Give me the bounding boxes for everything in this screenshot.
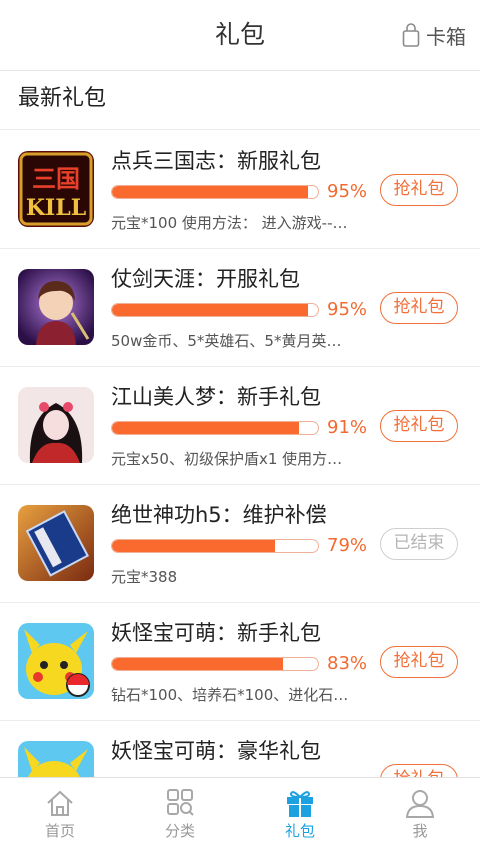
card-box-label: 卡箱 — [426, 24, 466, 49]
card-box-button[interactable]: 卡箱 — [402, 0, 466, 70]
gift-description: 50w金币、5*英雄石、5*黄月英卡… — [111, 332, 351, 350]
game-icon-sanguo: 三国 KILL — [18, 151, 94, 227]
gift-item[interactable]: 绝世神功h5：维护补偿 79% 元宝*388 已结束 — [0, 485, 480, 603]
gift-name: 妖怪宝可萌：新手礼包 — [111, 621, 321, 645]
progress-bar — [111, 657, 319, 671]
gift-icon — [287, 791, 313, 817]
svg-text:KILL: KILL — [26, 195, 86, 221]
category-icon — [167, 789, 194, 816]
progress-percent: 83% — [327, 653, 368, 674]
gift-description: 元宝*100 使用方法： 进入游戏--… — [111, 214, 348, 232]
grab-gift-button[interactable]: 抢礼包 — [380, 174, 458, 206]
grab-gift-button[interactable]: 抢礼包 — [380, 646, 458, 678]
progress-percent: 91% — [327, 417, 368, 438]
tab-home[interactable]: 首页 — [0, 778, 120, 854]
gift-item[interactable]: 江山美人梦：新手礼包 91% 元宝x50、初级保护盾x1 使用方法… 抢礼包 — [0, 367, 480, 485]
progress-fill — [112, 304, 308, 316]
gift-item[interactable]: 妖怪宝可萌：豪华礼包 抢礼包 — [0, 721, 480, 777]
gift-description: 元宝x50、初级保护盾x1 使用方法… — [111, 450, 351, 468]
progress-bar — [111, 421, 319, 435]
gift-description: 钻石*100、培养石*100、进化石*… — [111, 686, 351, 704]
grab-gift-button[interactable]: 抢礼包 — [380, 410, 458, 442]
section-title: 最新礼包 — [0, 70, 480, 130]
tab-gift-label: 礼包 — [284, 822, 315, 840]
gift-item[interactable]: 三国 KILL 点兵三国志：新服礼包 95% 元宝*100 使用方法： 进入游戏… — [0, 131, 480, 249]
game-icon-yaoguai — [18, 741, 94, 777]
tab-category[interactable]: 分类 — [120, 778, 240, 854]
progress-fill — [112, 658, 283, 670]
gift-name: 仗剑天涯：开服礼包 — [111, 267, 300, 291]
game-icon-jueshi — [18, 505, 94, 581]
tab-me[interactable]: 我 — [360, 778, 480, 854]
progress-percent: 95% — [327, 181, 368, 202]
grab-gift-button[interactable]: 抢礼包 — [380, 292, 458, 324]
bottom-tab-bar: 首页 分类 礼包 我 — [0, 777, 480, 854]
progress-bar — [111, 539, 319, 553]
gift-description: 元宝*388 — [111, 568, 178, 586]
gift-name: 绝世神功h5：维护补偿 — [111, 503, 327, 527]
game-icon-jiangshan — [18, 387, 94, 463]
progress-fill — [112, 540, 275, 552]
grab-gift-button[interactable]: 抢礼包 — [380, 764, 458, 777]
gift-name: 江山美人梦：新手礼包 — [111, 385, 321, 409]
user-icon — [405, 790, 435, 818]
gift-list: 三国 KILL 点兵三国志：新服礼包 95% 元宝*100 使用方法： 进入游戏… — [0, 131, 480, 777]
progress-percent: 95% — [327, 299, 368, 320]
progress-bar — [111, 185, 319, 199]
home-icon — [47, 790, 73, 816]
lock-icon — [402, 23, 420, 47]
ended-button[interactable]: 已结束 — [380, 528, 458, 560]
top-bar: 礼包 卡箱 — [0, 0, 480, 71]
progress-fill — [112, 186, 308, 198]
tab-home-label: 首页 — [44, 822, 75, 840]
tab-me-label: 我 — [412, 822, 428, 840]
gift-name: 妖怪宝可萌：豪华礼包 — [111, 739, 321, 763]
svg-text:三国: 三国 — [32, 164, 80, 193]
gift-item[interactable]: 妖怪宝可萌：新手礼包 83% 钻石*100、培养石*100、进化石*… 抢礼包 — [0, 603, 480, 721]
progress-fill — [112, 422, 300, 434]
progress-percent: 79% — [327, 535, 368, 556]
game-icon-zhangjian — [18, 269, 94, 345]
game-icon-yaoguai — [18, 623, 94, 699]
tab-category-label: 分类 — [164, 822, 195, 840]
tab-gift[interactable]: 礼包 — [240, 778, 360, 854]
gift-name: 点兵三国志：新服礼包 — [111, 149, 321, 173]
progress-bar — [111, 303, 319, 317]
gift-item[interactable]: 仗剑天涯：开服礼包 95% 50w金币、5*英雄石、5*黄月英卡… 抢礼包 — [0, 249, 480, 367]
